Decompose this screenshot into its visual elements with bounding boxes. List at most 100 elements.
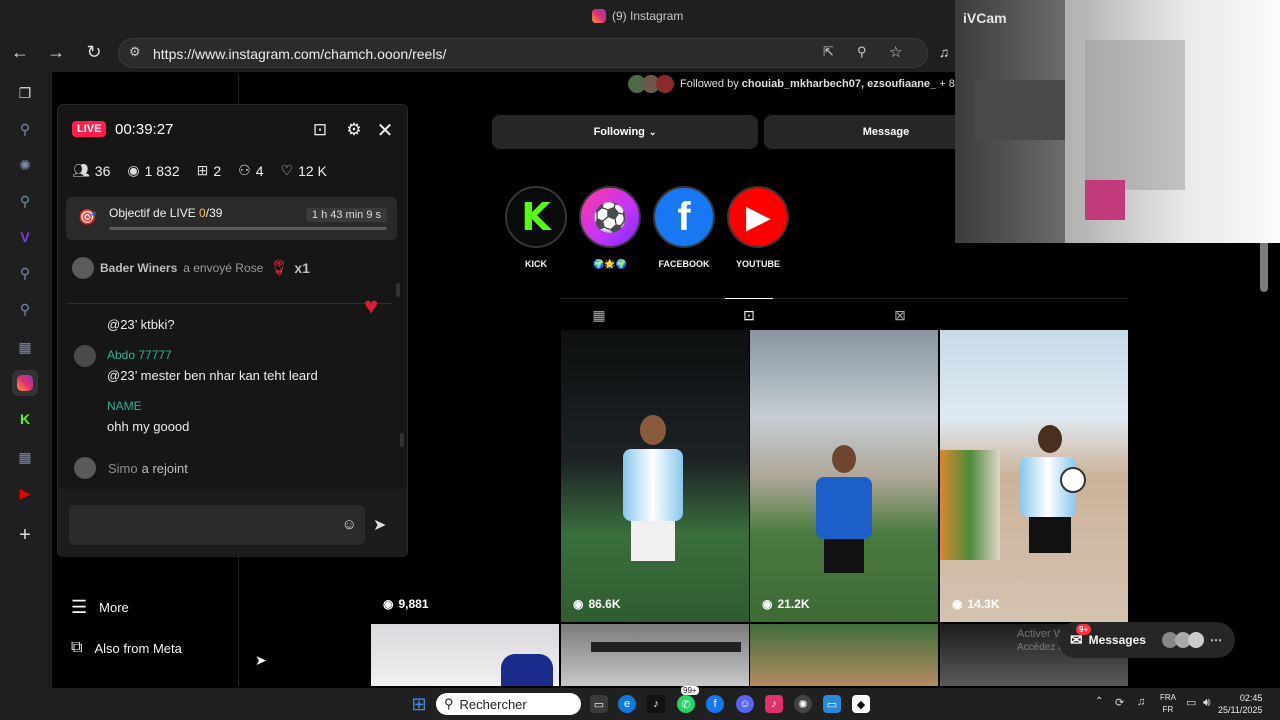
- task-view-icon[interactable]: ▭: [590, 695, 608, 713]
- reels-icon[interactable]: ⊡: [739, 305, 759, 325]
- language-indicator[interactable]: FRA FR: [1160, 692, 1176, 716]
- whatsapp-icon[interactable]: ✆: [677, 695, 695, 713]
- emoji-icon[interactable]: ☺: [342, 516, 357, 533]
- reload-button[interactable]: ↻: [80, 38, 108, 66]
- messages-pill[interactable]: ✉ 9+ Messages ⋯: [1058, 622, 1235, 658]
- reel-tile[interactable]: [371, 624, 559, 686]
- likes-stat: ♡ 12 K: [280, 162, 327, 179]
- search-icon[interactable]: ⚲: [12, 116, 38, 142]
- network-icon[interactable]: ▭: [1186, 696, 1196, 709]
- reel-tile[interactable]: ◉ 86.6K: [561, 330, 749, 622]
- chat-input[interactable]: ☺: [69, 505, 365, 545]
- live-goal[interactable]: 🎯 Objectif de LIVE 0/39 1 h 43 min 9 s: [66, 197, 397, 240]
- participants-stat: 👥︎ 36: [72, 162, 111, 179]
- tab-actions-icon[interactable]: ❐: [12, 80, 38, 106]
- monitor-app-icon[interactable]: ▭: [823, 695, 841, 713]
- gear-icon[interactable]: ⚙: [343, 119, 365, 141]
- calendar-icon[interactable]: ▦: [12, 444, 38, 470]
- highlight-facebook[interactable]: f FACEBOOK: [651, 186, 717, 269]
- add-app-icon[interactable]: +: [12, 522, 38, 548]
- reel-tile[interactable]: ◉ 21.2K: [750, 330, 938, 622]
- roblox-icon[interactable]: ◆: [852, 695, 870, 713]
- reel-tile[interactable]: [750, 624, 938, 686]
- highlight-youtube[interactable]: ▶ YOUTUBE: [725, 186, 791, 269]
- facebook-icon[interactable]: f: [706, 695, 724, 713]
- browser-tab[interactable]: (9) Instagram: [592, 9, 683, 23]
- search-app-icon[interactable]: ⚲: [12, 188, 38, 214]
- live-timer: 00:39:27: [115, 121, 174, 138]
- site-info-icon[interactable]: ⚙: [129, 44, 141, 60]
- kick-icon[interactable]: K: [12, 406, 38, 432]
- avatar: [72, 257, 94, 279]
- chatgpt-icon[interactable]: ✺: [794, 695, 812, 713]
- tiktok-live-icon[interactable]: ♪: [765, 695, 783, 713]
- close-icon[interactable]: ✕: [374, 119, 396, 142]
- highlight-kick[interactable]: K KICK: [503, 186, 569, 269]
- following-button[interactable]: Following ⌄: [492, 115, 758, 149]
- mic-icon[interactable]: ♫: [1137, 696, 1145, 708]
- reel-thumbnail-shape: [591, 642, 741, 652]
- live-panel: LIVE 00:39:27 ⊡ ⚙ ✕ 👥︎ 36 ◉ 1 832 ⊞ 2 ⚇ 4 ♡ 1…: [57, 104, 408, 557]
- windows-start-icon[interactable]: ⊞: [410, 694, 428, 714]
- gift-event: Bader Winers a envoyé Rose 🌹︎ x1: [72, 257, 402, 279]
- chat-scrollbar[interactable]: [396, 283, 400, 297]
- heart-icon: ♡: [280, 162, 294, 178]
- search-app-icon[interactable]: ⚲: [12, 260, 38, 286]
- tagged-icon[interactable]: ⊠: [890, 305, 910, 325]
- meta-apps-icon: ⧉: [71, 639, 83, 656]
- youtube-logo-icon: ▶: [727, 186, 789, 248]
- reel-tile[interactable]: ◉ 14.3K: [940, 330, 1128, 622]
- reel-views: ◉ 21.2K: [762, 597, 810, 611]
- forward-button[interactable]: →: [42, 38, 70, 66]
- send-icon[interactable]: ➤: [373, 515, 386, 535]
- tray-chevron-icon[interactable]: ⌃: [1095, 696, 1103, 707]
- posts-grid-icon[interactable]: ▦: [589, 305, 609, 325]
- more-menu[interactable]: ☰ More: [71, 597, 129, 618]
- sync-icon[interactable]: ⟳: [1115, 696, 1124, 709]
- facebook-logo-icon: f: [653, 186, 715, 248]
- page-scrollbar[interactable]: [1260, 240, 1268, 292]
- webcam-label: iVCam: [963, 10, 1007, 26]
- mouse-cursor-icon: ➤: [255, 652, 267, 668]
- highlight-label: YOUTUBE: [735, 259, 780, 269]
- search-app-icon[interactable]: ⚲: [12, 296, 38, 322]
- chatgpt-icon[interactable]: ✺: [12, 152, 38, 178]
- discord-icon[interactable]: ☺: [736, 695, 754, 713]
- eye-icon: ◉: [127, 162, 140, 178]
- unlock-icon[interactable]: ⊡: [309, 119, 331, 141]
- highlight-label: KICK: [525, 259, 547, 269]
- windows-taskbar: ⊞ ⚲ Rechercher ▭ e ♪ ✆ 99+ f ☺ ♪ ✺ ▭ ◆ ⌃…: [0, 686, 1280, 720]
- guests-stat: ⚇ 4: [238, 162, 264, 179]
- live-stats: 👥︎ 36 ◉ 1 832 ⊞ 2 ⚇ 4 ♡ 12 K: [72, 162, 327, 179]
- viber-icon[interactable]: V: [12, 224, 38, 250]
- followed-by[interactable]: Followed by chouiab_mkharbech07, ezsoufi…: [628, 75, 955, 93]
- media-control-icon[interactable]: ♫: [930, 38, 958, 66]
- browser-sidebar: ❐ ⚲ ✺ ⚲ V ⚲ ⚲ ▦ K ▦ ▶ +: [0, 72, 52, 688]
- views-stat: ◉ 1 832: [127, 162, 180, 179]
- more-label: More: [99, 600, 129, 615]
- also-from-meta-menu[interactable]: ⧉ Also from Meta: [71, 639, 182, 657]
- messages-label: Messages: [1088, 633, 1146, 647]
- back-button[interactable]: ←: [6, 38, 34, 66]
- open-in-app-icon[interactable]: ⇱: [823, 44, 834, 60]
- goal-text: Objectif de LIVE 0/39: [109, 206, 223, 220]
- calendar-icon[interactable]: ▦: [12, 334, 38, 360]
- edge-icon[interactable]: e: [618, 695, 636, 713]
- youtube-icon[interactable]: ▶: [12, 480, 38, 506]
- highlight-football[interactable]: ⚽ 🌍🌟🌍: [577, 186, 643, 270]
- favorite-star-icon[interactable]: ☆: [889, 43, 902, 61]
- reel-tile[interactable]: [561, 624, 749, 686]
- following-label: Following: [593, 126, 645, 138]
- goal-progress-bar: [109, 227, 387, 230]
- webcam-overlay[interactable]: iVCam: [955, 0, 1280, 243]
- taskbar-search[interactable]: ⚲ Rechercher: [436, 693, 581, 715]
- zoom-icon[interactable]: ⚲: [857, 44, 867, 60]
- volume-icon[interactable]: 🔊︎: [1203, 695, 1211, 710]
- tiktok-icon[interactable]: ♪: [647, 695, 665, 713]
- instagram-icon[interactable]: [12, 370, 38, 396]
- tab-title: (9) Instagram: [612, 9, 684, 23]
- hamburger-icon: ☰: [71, 597, 88, 617]
- taskbar-clock[interactable]: 02:45 25/11/2025: [1218, 692, 1262, 716]
- chat-scrollbar[interactable]: [400, 433, 404, 447]
- address-bar[interactable]: ⚙ https://www.instagram.com/chamch.ooon/…: [118, 38, 928, 68]
